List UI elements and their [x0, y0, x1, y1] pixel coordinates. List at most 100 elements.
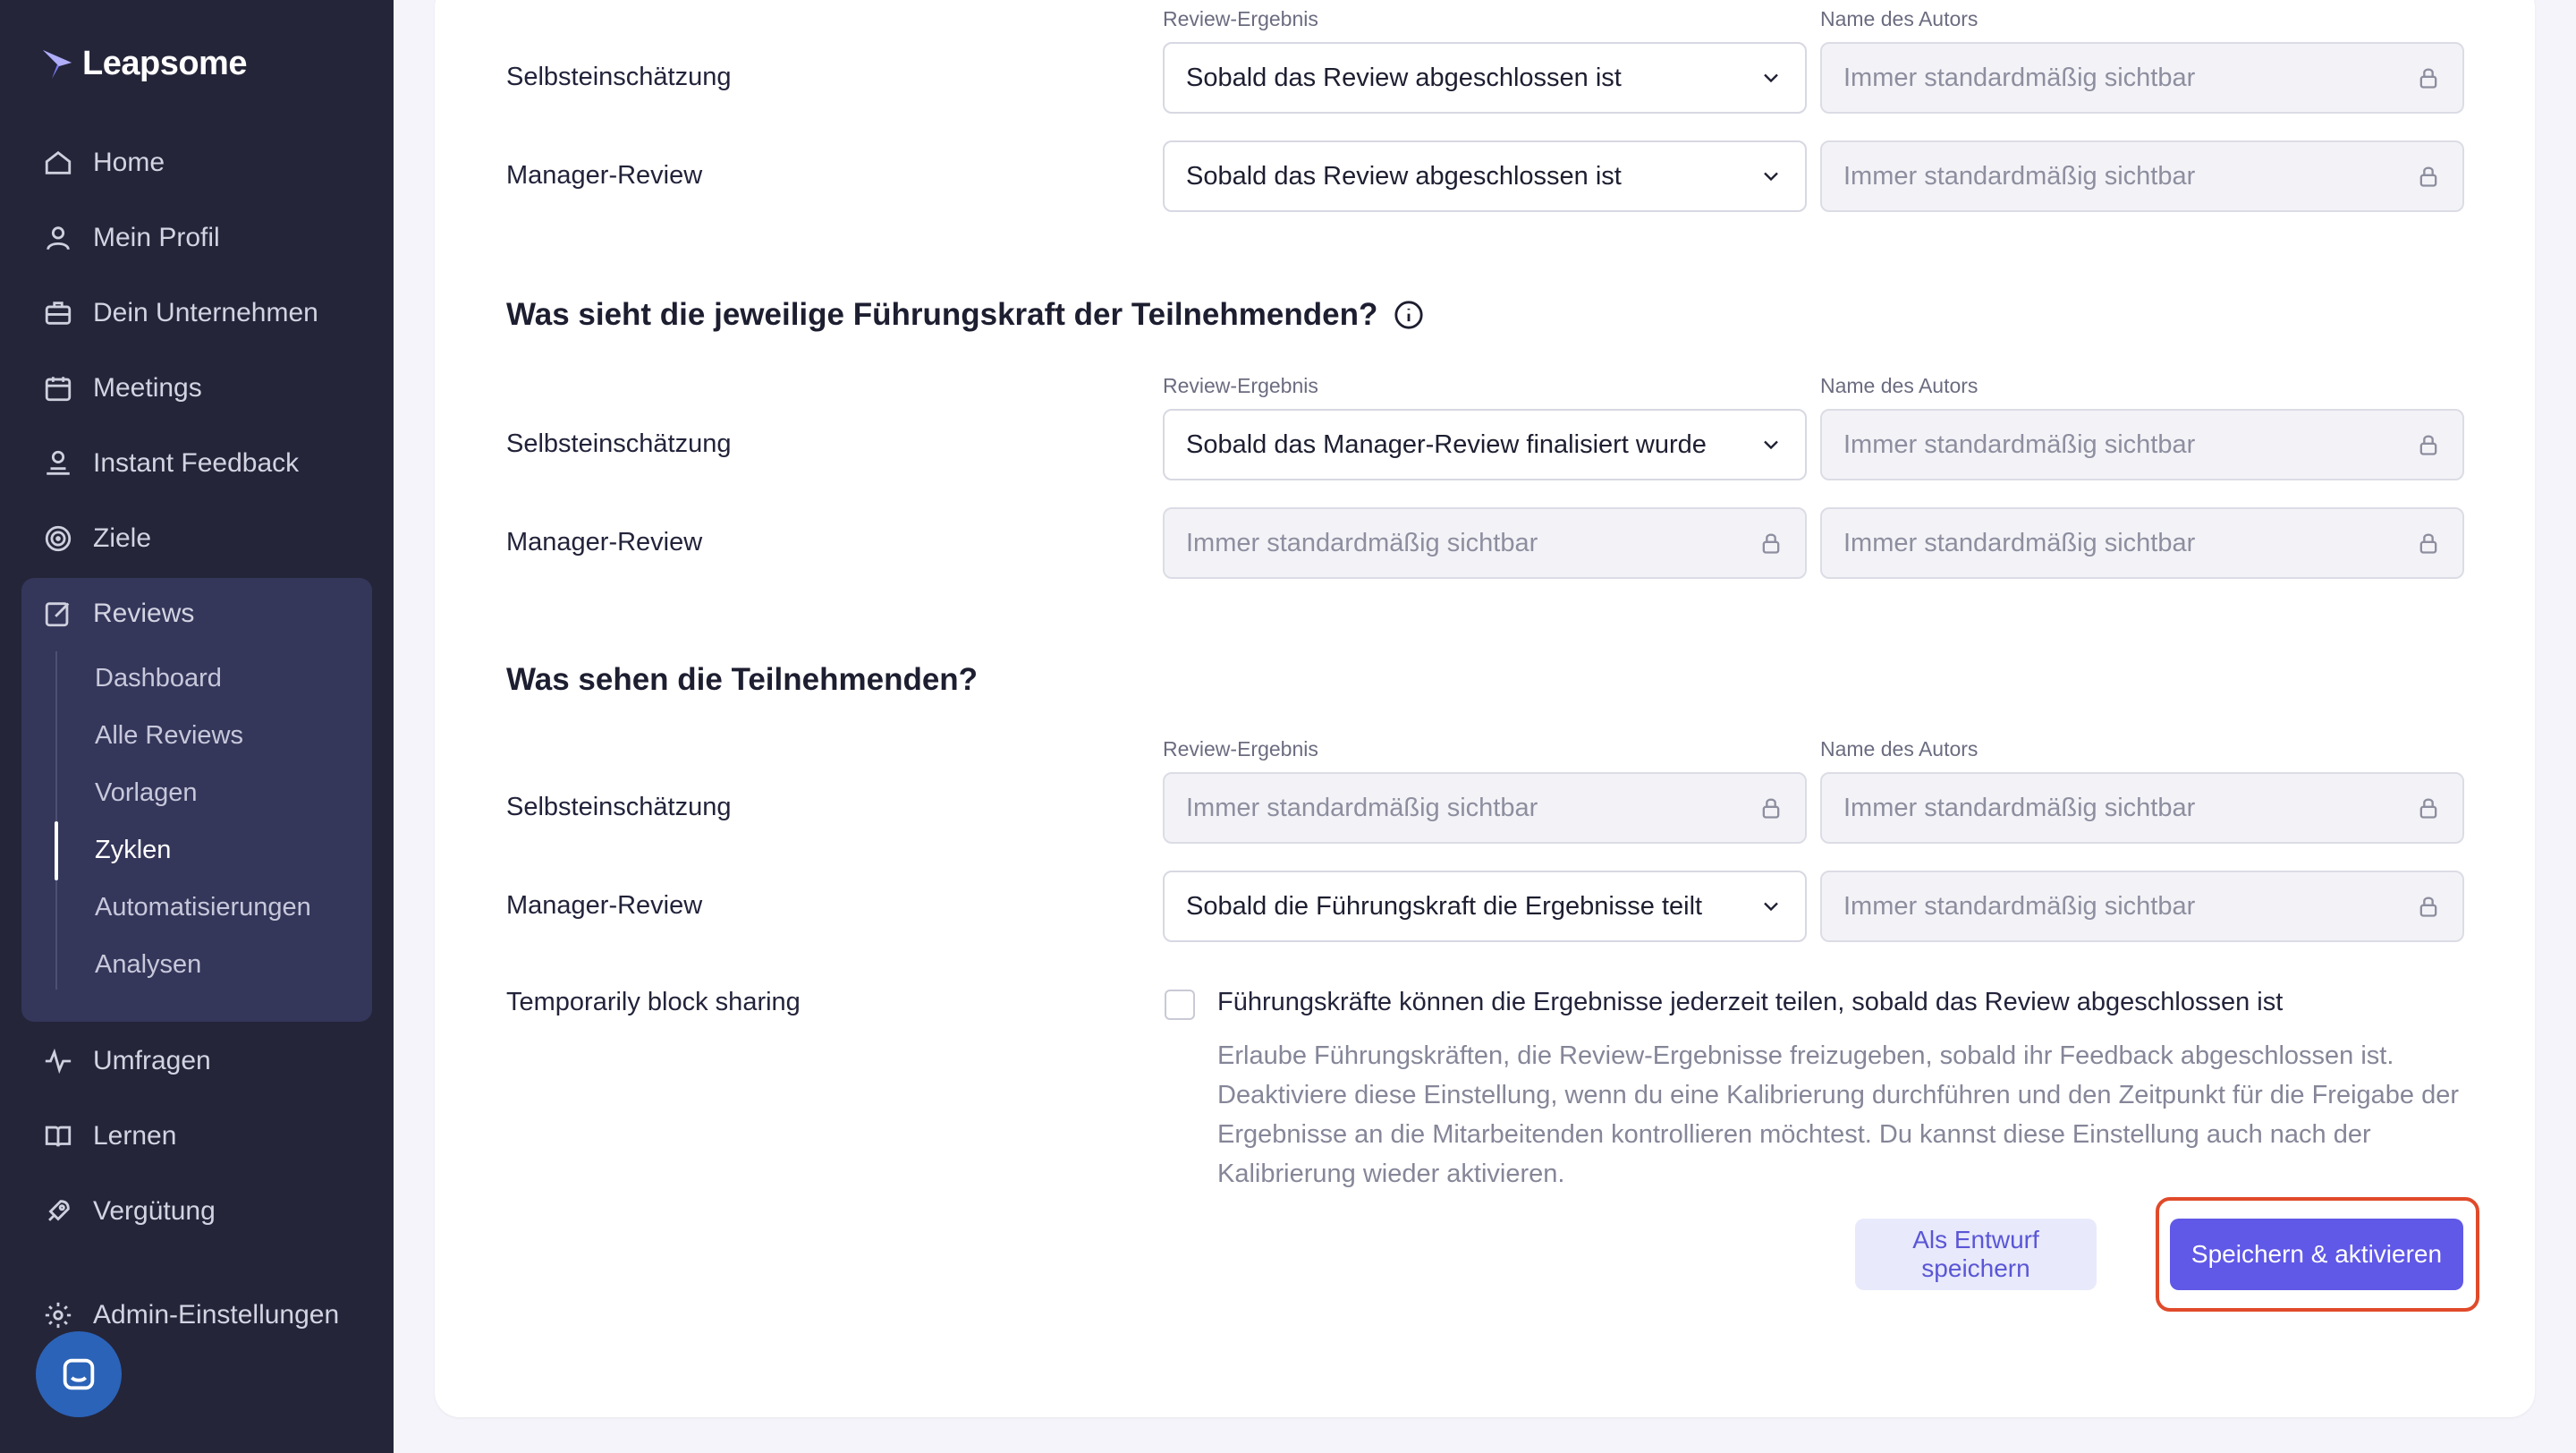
select-value: Sobald das Review abgeschlossen ist	[1186, 63, 1622, 92]
locked-author-manager: Immer standardmäßig sichtbar	[1820, 140, 2464, 212]
submenu-analytics[interactable]: Analysen	[95, 950, 201, 980]
row-label-manager: Manager-Review	[506, 891, 703, 920]
chevron-down-icon	[1764, 172, 1778, 182]
sidebar-item-label: Lernen	[93, 1121, 177, 1151]
select-result-manager[interactable]: Sobald das Review abgeschlossen ist	[1163, 140, 1807, 212]
sidebar-item-reviews[interactable]: Reviews	[43, 592, 194, 635]
book-icon	[45, 1126, 72, 1147]
column-header-author: Name des Autors	[1820, 374, 1979, 397]
locked-result-manager: Immer standardmäßig sichtbar	[1163, 507, 1807, 579]
submenu-line	[55, 651, 57, 990]
section-title-manager-view: Was sieht die jeweilige Führungskraft de…	[506, 297, 1424, 333]
submenu-active-indicator	[55, 821, 58, 880]
locked-value: Immer standardmäßig sichtbar	[1186, 528, 1538, 557]
block-sharing-checkbox-label[interactable]: Führungskräfte können die Ergebnisse jed…	[1217, 988, 2283, 1017]
sidebar-item-instant-feedback[interactable]: Instant Feedback	[43, 442, 299, 485]
lock-icon	[2419, 68, 2437, 89]
sidebar-item-label: Reviews	[93, 599, 195, 628]
chevron-down-icon	[1764, 440, 1778, 450]
column-header-author: Name des Autors	[1820, 737, 1979, 760]
sidebar-item-admin-settings[interactable]: Admin-Einstellungen	[43, 1294, 339, 1337]
column-header-result: Review-Ergebnis	[1163, 374, 1318, 397]
locked-value: Immer standardmäßig sichtbar	[1843, 161, 2196, 191]
row-label-manager: Manager-Review	[506, 528, 703, 557]
highlight-box	[2156, 1197, 2479, 1312]
sidebar-item-home[interactable]: Home	[43, 141, 165, 184]
lock-icon	[2419, 435, 2437, 455]
block-sharing-label: Temporarily block sharing	[506, 988, 801, 1016]
sidebar-item-label: Home	[93, 148, 165, 177]
sidebar-item-company[interactable]: Dein Unternehmen	[43, 292, 318, 335]
chat-support-button[interactable]	[36, 1331, 122, 1417]
select-value: Sobald die Führungskraft die Ergebnisse …	[1186, 891, 1703, 921]
edit-icon	[45, 602, 70, 627]
section-title-text: Was sehen die Teilnehmenden?	[506, 662, 979, 697]
sidebar-item-goals[interactable]: Ziele	[43, 517, 151, 560]
select-result-manager[interactable]: Sobald die Führungskraft die Ergebnisse …	[1163, 871, 1807, 942]
locked-author-self: Immer standardmäßig sichtbar	[1820, 42, 2464, 114]
submenu-cycles[interactable]: Zyklen	[95, 836, 171, 865]
pulse-icon	[45, 1048, 72, 1075]
select-result-self[interactable]: Sobald das Manager-Review finalisiert wu…	[1163, 409, 1807, 480]
chevron-down-icon	[1764, 902, 1778, 912]
column-header-result: Review-Ergebnis	[1163, 7, 1318, 30]
sidebar-item-surveys[interactable]: Umfragen	[43, 1040, 211, 1083]
submenu-all-reviews[interactable]: Alle Reviews	[95, 721, 243, 751]
row-label-manager: Manager-Review	[506, 161, 703, 190]
locked-author-self: Immer standardmäßig sichtbar	[1820, 409, 2464, 480]
section-title-text: Was sieht die jeweilige Führungskraft de…	[506, 297, 1378, 332]
save-draft-button[interactable]: Als Entwurf speichern	[1855, 1219, 2097, 1290]
rocket-icon	[48, 1200, 70, 1221]
lock-icon	[2419, 166, 2437, 187]
sidebar-item-label: Mein Profil	[93, 223, 220, 252]
column-header-author: Name des Autors	[1820, 7, 1979, 30]
target-icon	[45, 525, 72, 552]
locked-author-self: Immer standardmäßig sichtbar	[1820, 772, 2464, 844]
section-title-participant-view: Was sehen die Teilnehmenden?	[506, 662, 978, 698]
lock-icon	[1762, 798, 1780, 819]
locked-value: Immer standardmäßig sichtbar	[1843, 63, 2196, 92]
sidebar-item-label: Meetings	[93, 373, 202, 403]
column-header-result: Review-Ergebnis	[1163, 737, 1318, 760]
gear-icon	[45, 1302, 72, 1329]
brand-logo[interactable]: Leapsome	[39, 45, 247, 83]
brand-name: Leapsome	[82, 45, 247, 82]
block-sharing-description: Erlaube Führungskräften, die Review-Erge…	[1217, 1041, 2460, 1188]
submenu-dashboard[interactable]: Dashboard	[95, 664, 222, 693]
chat-icon	[63, 1358, 95, 1390]
sidebar-item-label: Instant Feedback	[93, 448, 300, 478]
briefcase-icon	[45, 302, 72, 325]
locked-value: Immer standardmäßig sichtbar	[1843, 528, 2196, 557]
lock-icon	[2419, 896, 2437, 917]
info-icon[interactable]	[1394, 300, 1424, 330]
sidebar-item-label: Vergütung	[93, 1196, 216, 1226]
home-icon	[45, 150, 72, 174]
select-result-self[interactable]: Sobald das Review abgeschlossen ist	[1163, 42, 1807, 114]
sidebar-item-learning[interactable]: Lernen	[43, 1115, 176, 1158]
sidebar-item-meetings[interactable]: Meetings	[43, 367, 202, 410]
row-label-self: Selbsteinschätzung	[506, 429, 732, 458]
sidebar: Leapsome Home Mein Profil Dein Unternehm…	[0, 0, 394, 1453]
sidebar-item-profile[interactable]: Mein Profil	[43, 217, 220, 259]
select-value: Sobald das Review abgeschlossen ist	[1186, 161, 1622, 191]
locked-value: Immer standardmäßig sichtbar	[1843, 891, 2196, 921]
calendar-icon	[45, 377, 72, 402]
sidebar-item-label: Admin-Einstellungen	[93, 1300, 340, 1330]
submenu-automations[interactable]: Automatisierungen	[95, 893, 311, 922]
select-value: Sobald das Manager-Review finalisiert wu…	[1186, 429, 1707, 459]
user-icon	[47, 226, 70, 251]
feedback-icon	[47, 450, 70, 475]
sidebar-item-label: Umfragen	[93, 1046, 211, 1075]
locked-result-self: Immer standardmäßig sichtbar	[1163, 772, 1807, 844]
sidebar-item-label: Ziele	[93, 523, 152, 553]
lock-icon	[2419, 533, 2437, 554]
lock-icon	[1762, 533, 1780, 554]
block-sharing-checkbox[interactable]	[1165, 990, 1195, 1020]
row-label-self: Selbsteinschätzung	[506, 63, 732, 91]
leapsome-logo-icon	[43, 49, 72, 79]
submenu-templates[interactable]: Vorlagen	[95, 778, 198, 808]
sidebar-item-compensation[interactable]: Vergütung	[43, 1190, 216, 1233]
sidebar-item-label: Dein Unternehmen	[93, 298, 318, 327]
locked-value: Immer standardmäßig sichtbar	[1843, 793, 2196, 822]
locked-author-manager: Immer standardmäßig sichtbar	[1820, 507, 2464, 579]
